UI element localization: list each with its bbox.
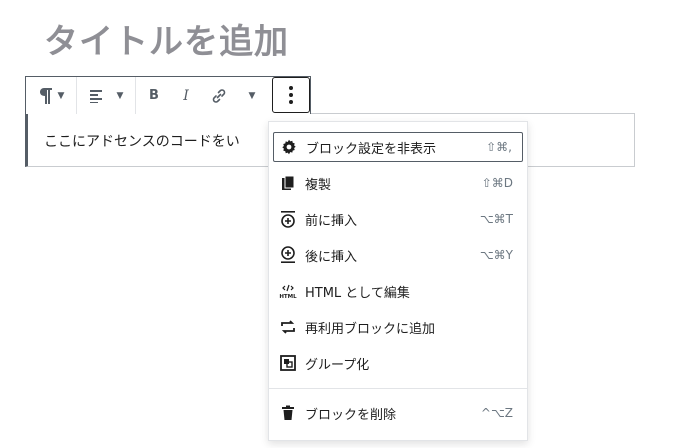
block-toolbar: ▼ ▼ B I ▼ [25, 76, 311, 114]
align-left-icon [89, 89, 102, 103]
menu-item-label: HTML として編集 [305, 285, 410, 301]
pilcrow-icon [39, 87, 52, 104]
paragraph-text[interactable]: ここにアドセンスのコードをい [44, 131, 240, 151]
block-settings-menu: ブロック設定を非表示 ⇧⌘, 複製 ⇧⌘D 前に挿入 ⌥⌘T 後に挿入 ⌥⌘Y … [268, 121, 528, 441]
menu-item-edit-html[interactable]: HTML HTML として編集 [273, 276, 523, 306]
menu-item-label: ブロック設定を非表示 [306, 141, 437, 157]
trash-icon [278, 403, 298, 423]
menu-item-shortcut: ⇧⌘D [481, 176, 513, 190]
menu-item-insert-after[interactable]: 後に挿入 ⌥⌘Y [273, 240, 523, 270]
chevron-down-icon: ▼ [116, 90, 124, 101]
format-group: B I ▼ [136, 77, 270, 114]
more-options-button[interactable] [272, 77, 310, 113]
menu-item-label: 後に挿入 [305, 249, 358, 265]
menu-item-remove-block[interactable]: ブロックを削除 ^⌥Z [273, 398, 523, 428]
menu-item-hide-settings[interactable]: ブロック設定を非表示 ⇧⌘, [273, 132, 523, 162]
alignment-group: ▼ [77, 77, 136, 114]
menu-item-label: 再利用ブロックに追加 [305, 321, 436, 337]
menu-item-shortcut: ⌥⌘Y [479, 248, 513, 262]
menu-item-label: 複製 [305, 177, 332, 193]
block-switcher-group: ▼ [26, 77, 77, 114]
menu-item-label: グループ化 [305, 357, 370, 373]
menu-item-insert-before[interactable]: 前に挿入 ⌥⌘T [273, 204, 523, 234]
copy-icon [278, 173, 298, 193]
more-vertical-icon [289, 86, 293, 104]
align-button[interactable]: ▼ [79, 78, 133, 114]
link-icon [212, 88, 226, 103]
block-type-button[interactable]: ▼ [28, 78, 74, 114]
group-icon [278, 353, 298, 373]
menu-item-add-reusable[interactable]: 再利用ブロックに追加 [273, 312, 523, 342]
html-icon: HTML [278, 281, 298, 301]
link-button[interactable] [202, 78, 236, 114]
menu-item-group[interactable]: グループ化 [273, 348, 523, 378]
menu-divider [269, 388, 527, 389]
svg-text:HTML: HTML [279, 294, 297, 299]
chevron-down-icon: ▼ [248, 90, 256, 101]
menu-item-label: ブロックを削除 [305, 407, 397, 423]
bold-label: B [149, 88, 159, 103]
post-title[interactable]: タイトルを追加 [44, 14, 289, 63]
menu-item-label: 前に挿入 [305, 213, 358, 229]
more-format-button[interactable]: ▼ [236, 78, 268, 114]
chevron-down-icon: ▼ [57, 90, 65, 101]
menu-item-shortcut: ⇧⌘, [486, 140, 512, 154]
italic-button[interactable]: I [170, 78, 202, 114]
gear-icon [279, 137, 299, 157]
menu-item-shortcut: ⌥⌘T [479, 212, 513, 226]
menu-item-shortcut: ^⌥Z [480, 406, 513, 420]
italic-label: I [183, 87, 189, 104]
insert-after-icon [278, 245, 298, 265]
bold-button[interactable]: B [138, 78, 170, 114]
insert-before-icon [278, 209, 298, 229]
menu-item-duplicate[interactable]: 複製 ⇧⌘D [273, 168, 523, 198]
reusable-icon [278, 317, 298, 337]
